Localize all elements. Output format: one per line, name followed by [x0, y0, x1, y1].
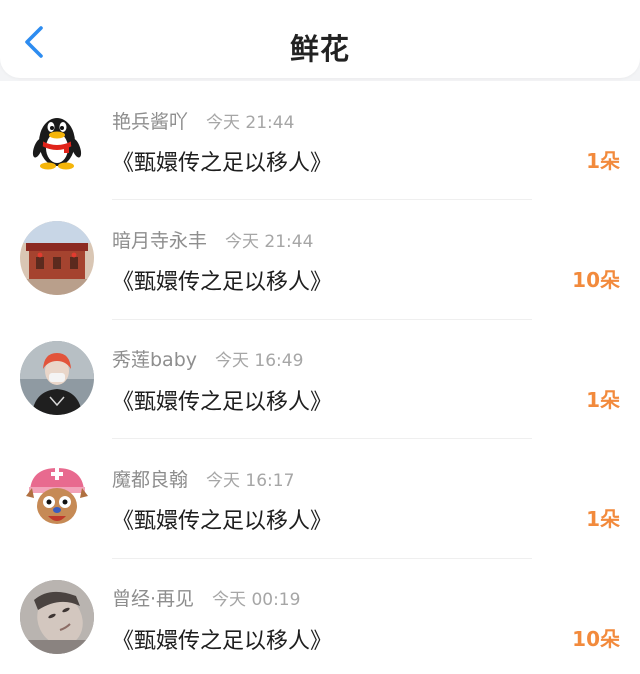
timestamp: 今天 21:44 — [206, 112, 295, 133]
item-meta: 曾经·再见 今天 00:19 — [112, 585, 300, 611]
flower-count: 1朵 — [586, 149, 620, 173]
book-title[interactable]: 《甄嬛传之足以移人》 — [112, 384, 332, 416]
list-item[interactable]: 艳兵酱吖 今天 21:44 《甄嬛传之足以移人》 1朵 — [0, 81, 640, 201]
flower-count: 10朵 — [572, 268, 620, 293]
user-name[interactable]: 暗月寺永丰 — [112, 226, 207, 253]
nav-header: 鲜花 — [0, 0, 640, 78]
cartoon-chopper-avatar[interactable] — [20, 460, 94, 535]
user-name[interactable]: 曾经·再见 — [112, 584, 194, 611]
item-meta: 暗月寺永丰 今天 21:44 — [112, 226, 313, 252]
timestamp: 今天 16:49 — [215, 351, 304, 372]
list-item[interactable]: 秀莲baby 今天 16:49 《甄嬛传之足以移人》 1朵 — [0, 320, 640, 440]
person-photo-avatar[interactable] — [20, 340, 94, 415]
item-meta: 魔都良翰 今天 16:17 — [112, 465, 294, 491]
flower-count: 1朵 — [586, 387, 620, 412]
book-title[interactable]: 《甄嬛传之足以移人》 — [112, 503, 332, 535]
list-item[interactable]: 暗月寺永丰 今天 21:44 《甄嬛传之足以移人》 10朵 — [0, 200, 640, 320]
item-meta: 秀莲baby 今天 16:49 — [112, 346, 303, 372]
qq-penguin-avatar[interactable] — [20, 102, 94, 176]
screen: 鲜花 艳兵酱吖 今天 21:44 《甄嬛传之足以移人》 1朵 暗月寺永丰 今天 … — [0, 0, 640, 674]
user-name[interactable]: 秀莲baby — [112, 345, 197, 372]
user-name[interactable]: 艳兵酱吖 — [112, 107, 188, 134]
item-meta: 艳兵酱吖 今天 21:44 — [112, 107, 294, 133]
page-title: 鲜花 — [289, 32, 350, 66]
book-title[interactable]: 《甄嬛传之足以移人》 — [112, 264, 332, 296]
list-item[interactable]: 曾经·再见 今天 00:19 《甄嬛传之足以移人》 10朵 — [0, 559, 640, 674]
flower-list: 艳兵酱吖 今天 21:44 《甄嬛传之足以移人》 1朵 暗月寺永丰 今天 21:… — [0, 81, 640, 674]
timestamp: 今天 16:17 — [206, 470, 295, 491]
book-title[interactable]: 《甄嬛传之足以移人》 — [112, 623, 332, 655]
timestamp: 今天 00:19 — [212, 590, 301, 611]
building-photo-avatar[interactable] — [20, 221, 94, 296]
user-name[interactable]: 魔都良翰 — [112, 465, 188, 492]
list-item[interactable]: 魔都良翰 今天 16:17 《甄嬛传之足以移人》 1朵 — [0, 439, 640, 559]
book-title[interactable]: 《甄嬛传之足以移人》 — [112, 145, 332, 177]
flower-count: 1朵 — [586, 507, 620, 532]
flower-count: 10朵 — [572, 626, 620, 651]
timestamp: 今天 21:44 — [225, 231, 314, 252]
portrait-photo-avatar[interactable] — [20, 579, 94, 654]
